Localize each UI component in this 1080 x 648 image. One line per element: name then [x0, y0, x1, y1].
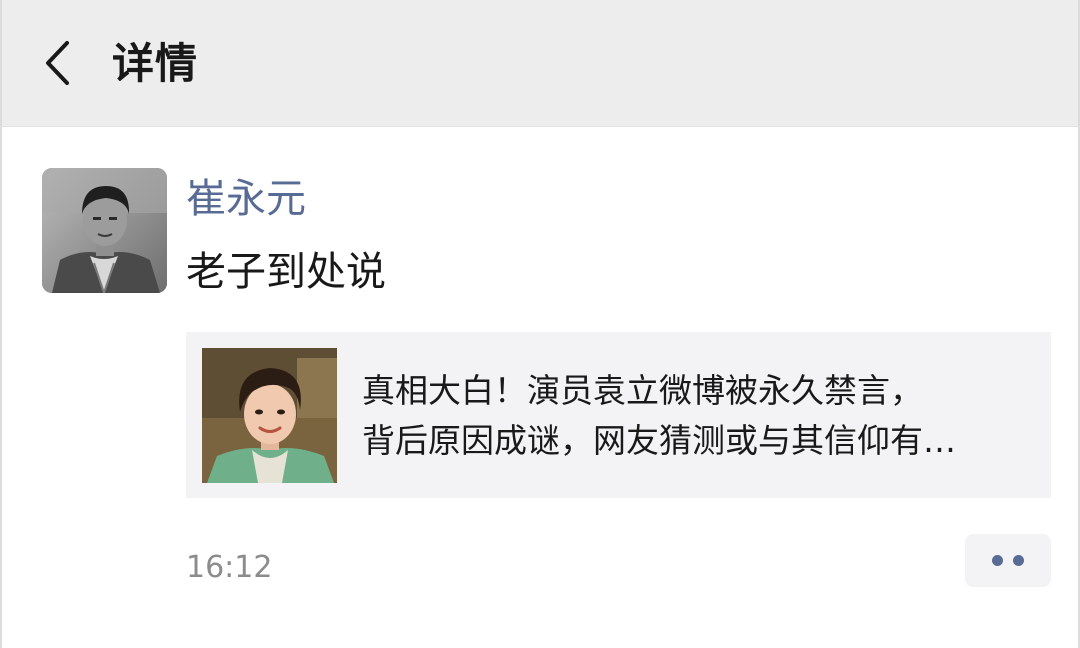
comment-like-menu-button[interactable]: [965, 534, 1051, 587]
author-avatar[interactable]: [42, 168, 167, 293]
avatar-photo: [42, 168, 167, 293]
moments-detail-page: 详情 崔永元 老子到处说 真相大白！演员袁立微博被永久禁言， 背后原因成谜，网友…: [0, 0, 1080, 648]
more-dots-icon: [987, 555, 1029, 566]
thumbnail-photo: [202, 348, 337, 483]
link-title-line-1: 真相大白！演员袁立微博被永久禁言，: [362, 371, 923, 410]
page-title: 详情: [112, 39, 199, 88]
shared-link-card[interactable]: 真相大白！演员袁立微博被永久禁言， 背后原因成谜，网友猜测或与其信仰有…: [186, 332, 1051, 498]
link-title-line-2: 背后原因成谜，网友猜测或与其信仰有…: [362, 421, 956, 460]
link-title: 真相大白！演员袁立微博被永久禁言， 背后原因成谜，网友猜测或与其信仰有…: [362, 366, 1032, 466]
back-button[interactable]: [32, 30, 82, 96]
author-name[interactable]: 崔永元: [186, 172, 306, 226]
post-text: 老子到处说: [186, 249, 386, 295]
post-time: 16:12: [186, 550, 273, 585]
top-bar: 详情: [2, 0, 1078, 127]
chevron-left-icon: [46, 41, 69, 85]
link-thumbnail: [202, 348, 337, 483]
